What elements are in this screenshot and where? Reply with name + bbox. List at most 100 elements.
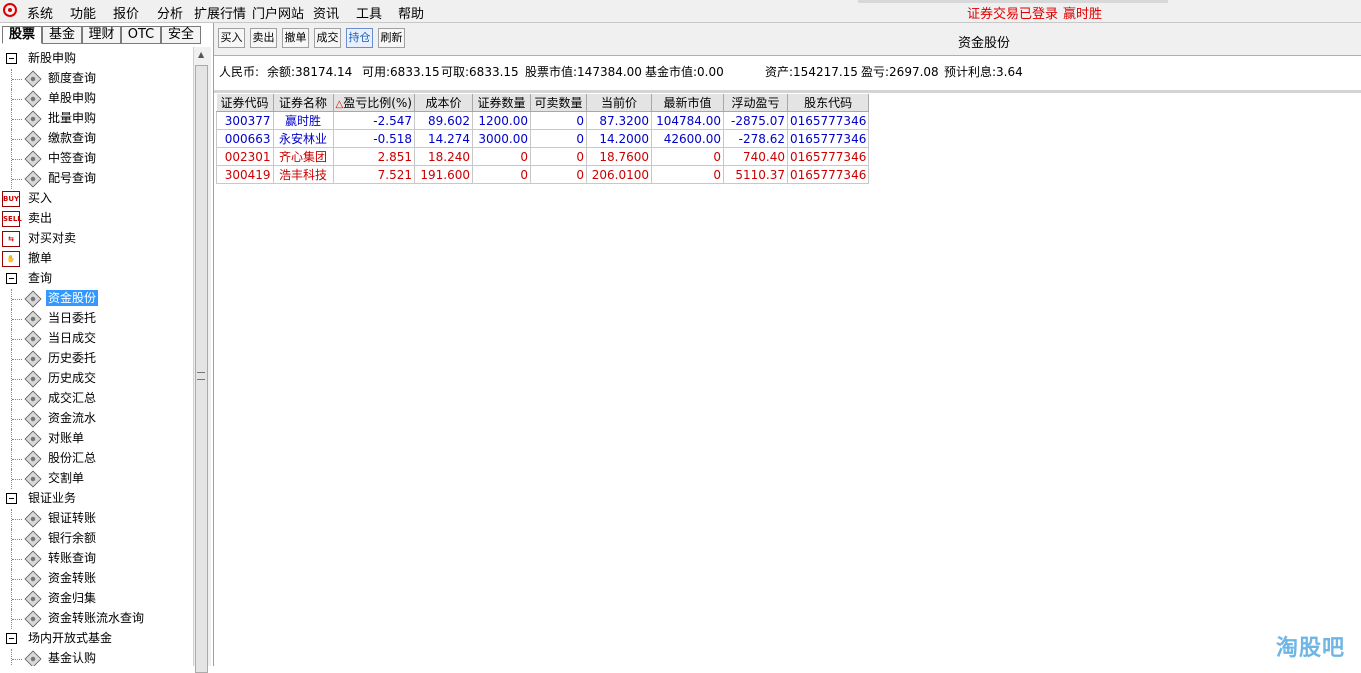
tree-item-label: 交割单 xyxy=(48,471,85,485)
tab-stocks[interactable]: 股票 xyxy=(2,26,42,44)
gear-icon xyxy=(24,530,42,548)
table-cell: 104784.00 xyxy=(650,111,724,130)
table-row[interactable]: 002301 齐心集团 2.851 18.240 0 0 18.7600 0 740.40 016… xyxy=(216,147,870,166)
cancel-order-button[interactable]: 撤单 xyxy=(282,28,309,48)
menu-system[interactable]: 系统 xyxy=(27,3,53,22)
tree-item-label: 转账查询 xyxy=(48,551,97,565)
menu-analysis[interactable]: 分析 xyxy=(157,3,183,22)
col-market-value[interactable]: 最新市值 xyxy=(651,94,724,112)
menu-function[interactable]: 功能 xyxy=(70,3,96,22)
menu-quote[interactable]: 报价 xyxy=(113,3,139,22)
tree-item[interactable]: 成交汇总 xyxy=(0,389,193,409)
table-row[interactable]: 300419 浩丰科技 7.521 191.600 0 0 206.0100 0 5110.37… xyxy=(216,165,870,184)
table-row[interactable]: 300377 赢时胜 -2.547 89.602 1200.00 0 87.3200 1047… xyxy=(216,111,870,130)
col-code[interactable]: 证券代码 xyxy=(216,94,274,112)
tree-connector xyxy=(12,419,22,420)
col-cost-price[interactable]: 成本价 xyxy=(414,94,473,112)
tree-group[interactable]: 新股申购 xyxy=(0,49,193,69)
tree-item[interactable]: 当日委托 xyxy=(0,309,193,329)
collapse-icon[interactable] xyxy=(6,493,17,504)
gear-icon xyxy=(24,310,42,328)
tree-item-label: 基金认购 xyxy=(48,651,97,665)
buy-button[interactable]: 买入 xyxy=(218,28,245,48)
tree-group[interactable]: 查询 xyxy=(0,269,193,289)
tree-item-label: 批量申购 xyxy=(48,111,97,125)
tree-item[interactable]: 配号查询 xyxy=(0,169,193,189)
refresh-button[interactable]: 刷新 xyxy=(378,28,405,48)
collapse-icon[interactable] xyxy=(6,633,17,644)
holdings-button[interactable]: 持仓 xyxy=(346,28,373,48)
tree-item[interactable]: 银证转账 xyxy=(0,509,193,529)
table-row[interactable]: 000663 永安林业 -0.518 14.274 3000.00 0 14.2000 426… xyxy=(216,129,870,148)
tree-item-label: 资金转账 xyxy=(48,571,97,585)
tree-item[interactable]: 历史委托 xyxy=(0,349,193,369)
tree-item-label-selected: 资金股份 xyxy=(46,290,99,306)
tree-item[interactable]: 额度查询 xyxy=(0,69,193,89)
tree-group-label: 查询 xyxy=(28,271,53,285)
summary-currency: 人民币: xyxy=(219,65,260,79)
tree-item[interactable]: 银行余额 xyxy=(0,529,193,549)
gear-icon xyxy=(24,470,42,488)
col-holder-code[interactable]: 股东代码 xyxy=(787,94,870,112)
summary-balance: 余额:38174.14 xyxy=(267,65,353,79)
table-cell: 002301 xyxy=(216,147,274,166)
sell-button[interactable]: 卖出 xyxy=(250,28,277,48)
tree-item[interactable]: 历史成交 xyxy=(0,369,193,389)
tree-item[interactable]: 批量申购 xyxy=(0,109,193,129)
col-current-price[interactable]: 当前价 xyxy=(586,94,652,112)
tree-item[interactable]: 资金流水 xyxy=(0,409,193,429)
summary-available: 可用:6833.15 xyxy=(362,65,440,79)
menu-help[interactable]: 帮助 xyxy=(398,3,424,22)
tree-item[interactable]: 资金股份 xyxy=(0,289,193,309)
tree-item[interactable]: 基金认购 xyxy=(0,649,193,666)
col-profit-ratio[interactable]: △盈亏比例(%) xyxy=(333,94,415,112)
deals-button[interactable]: 成交 xyxy=(314,28,341,48)
tree-action[interactable]: ⇆ 对买对卖 xyxy=(0,229,193,249)
menu-portal[interactable]: 门户网站 xyxy=(252,3,304,22)
tree-item[interactable]: 资金转账流水查询 xyxy=(0,609,193,629)
table-cell: 300377 xyxy=(216,111,274,130)
tree-item[interactable]: 单股申购 xyxy=(0,89,193,109)
app-logo-icon[interactable] xyxy=(3,3,17,17)
tree-item[interactable]: 当日成交 xyxy=(0,329,193,349)
col-floating-pl[interactable]: 浮动盈亏 xyxy=(723,94,788,112)
tree-group[interactable]: 银证业务 xyxy=(0,489,193,509)
col-sellable[interactable]: 可卖数量 xyxy=(530,94,587,112)
tab-wealth[interactable]: 理财 xyxy=(82,26,121,44)
tree-action[interactable]: ✋ 撤单 xyxy=(0,249,193,269)
tree-item[interactable]: 转账查询 xyxy=(0,549,193,569)
tree-group[interactable]: 场内开放式基金 xyxy=(0,629,193,649)
tree-action-label: 卖出 xyxy=(28,211,53,225)
tree-item[interactable]: 交割单 xyxy=(0,469,193,489)
menu-extended-market[interactable]: 扩展行情 xyxy=(194,3,246,22)
table-cell: 5110.37 xyxy=(722,165,788,184)
tab-otc[interactable]: OTC xyxy=(121,26,161,44)
tree-item-label: 资金转账流水查询 xyxy=(48,611,145,625)
tree-connector xyxy=(11,649,12,666)
col-name[interactable]: 证券名称 xyxy=(273,94,334,112)
tree-item[interactable]: 缴款查询 xyxy=(0,129,193,149)
category-tabs: 股票 基金 理财 OTC 安全 xyxy=(0,26,213,45)
tree-item[interactable]: 对账单 xyxy=(0,429,193,449)
menu-tools[interactable]: 工具 xyxy=(356,3,382,22)
tree-item[interactable]: 股份汇总 xyxy=(0,449,193,469)
tree-item[interactable]: 中签查询 xyxy=(0,149,193,169)
tree-item[interactable]: 资金转账 xyxy=(0,569,193,589)
tab-funds[interactable]: 基金 xyxy=(42,26,82,44)
tree-action[interactable]: SELL 卖出 xyxy=(0,209,193,229)
gear-icon xyxy=(24,110,42,128)
scroll-thumb[interactable] xyxy=(195,65,208,673)
tree-item[interactable]: 资金归集 xyxy=(0,589,193,609)
tab-security[interactable]: 安全 xyxy=(161,26,201,44)
collapse-icon[interactable] xyxy=(6,53,17,64)
col-quantity[interactable]: 证券数量 xyxy=(472,94,531,112)
menu-news[interactable]: 资讯 xyxy=(313,3,339,22)
gear-icon xyxy=(24,650,42,666)
tree-scrollbar[interactable]: ▲ xyxy=(193,47,211,673)
scroll-up-icon[interactable]: ▲ xyxy=(198,50,204,59)
gear-icon xyxy=(24,510,42,528)
table-cell: 0165777346 xyxy=(786,111,870,130)
tree-action[interactable]: BUY 买入 xyxy=(0,189,193,209)
table-cell: 2.851 xyxy=(332,147,415,166)
collapse-icon[interactable] xyxy=(6,273,17,284)
